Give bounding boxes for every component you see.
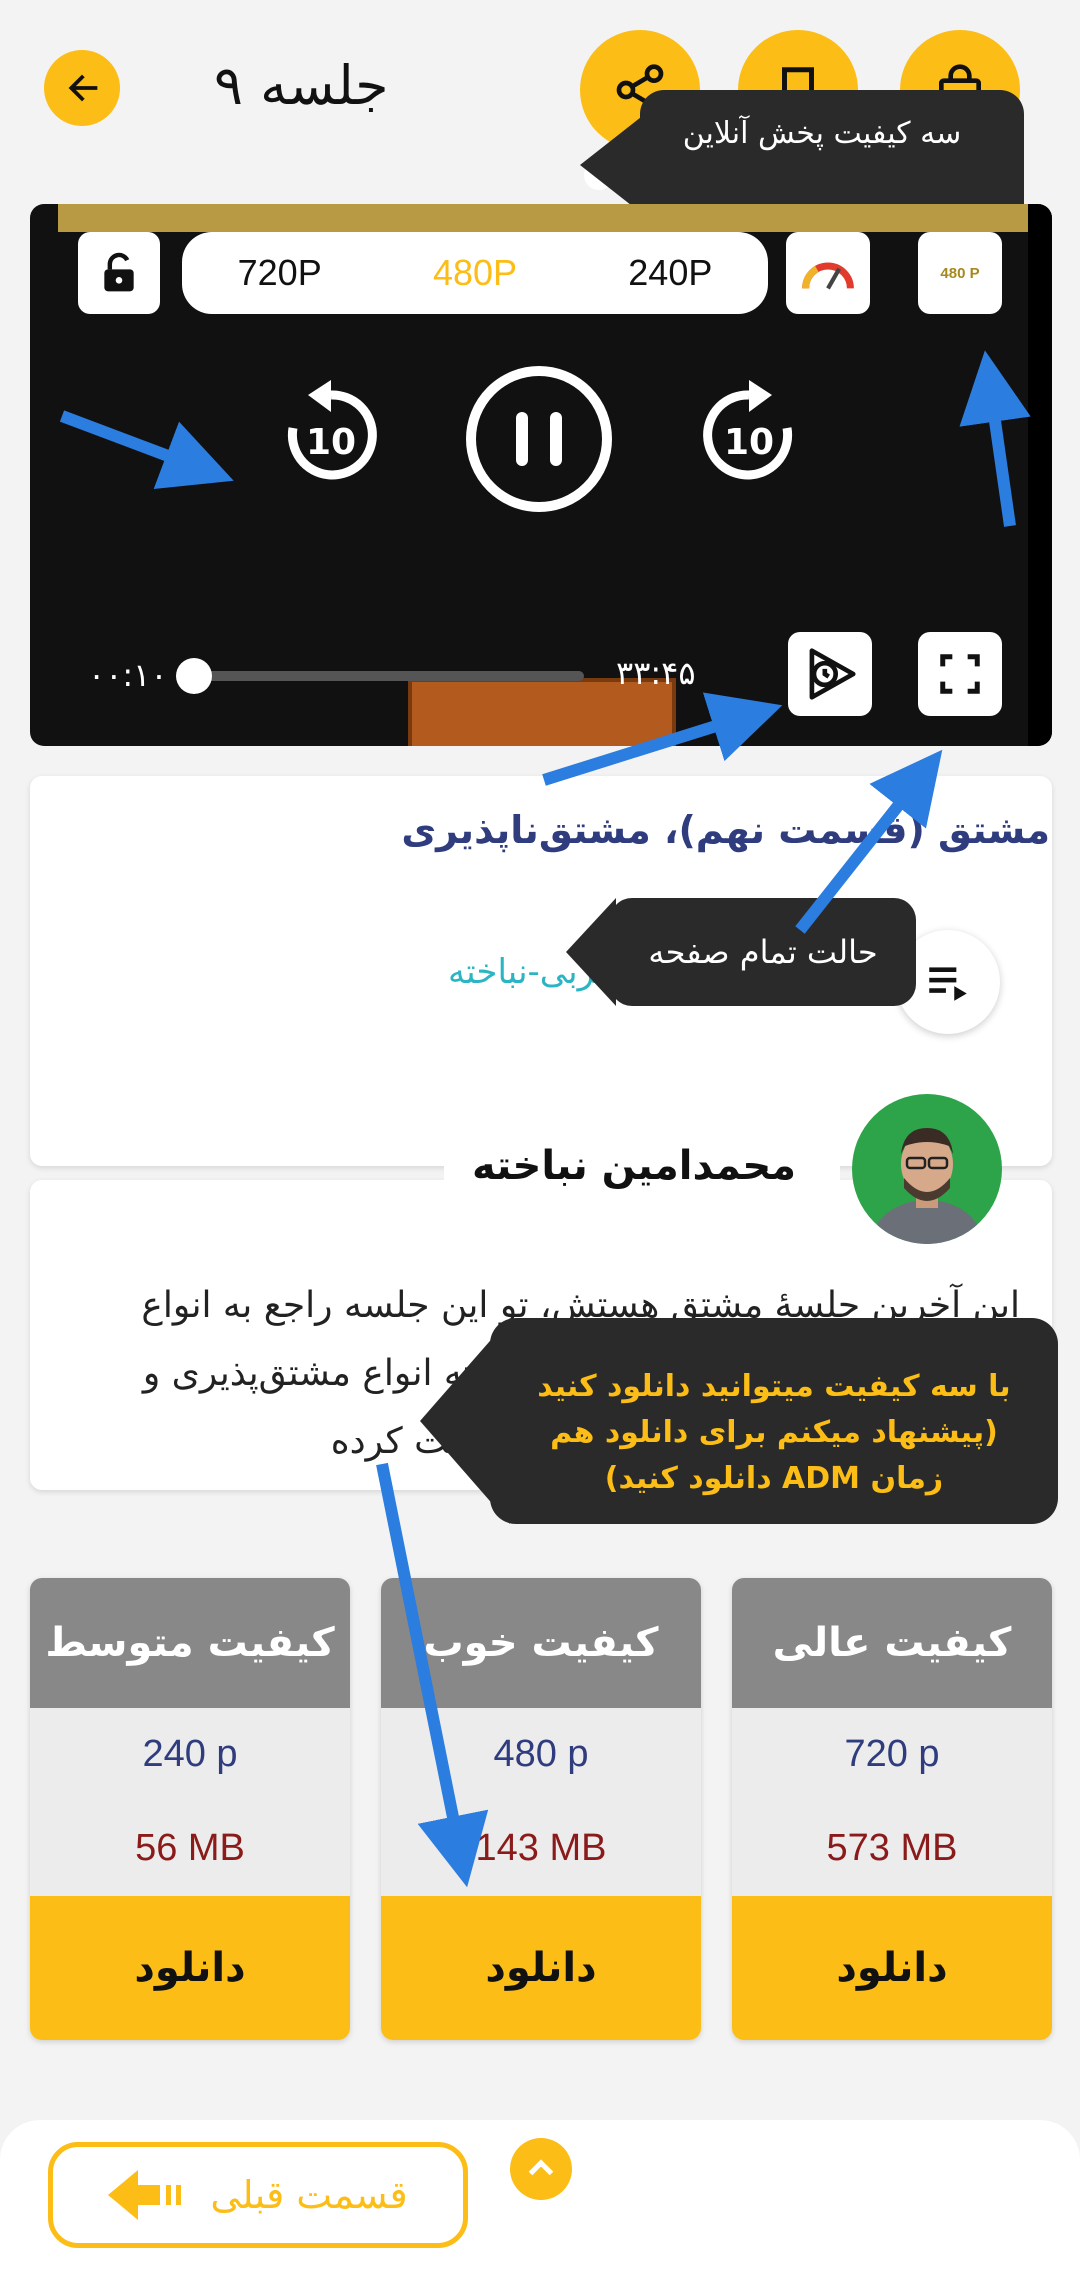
- scroll-up-button[interactable]: [510, 2138, 572, 2200]
- chevron-up-icon: [528, 2159, 554, 2176]
- annotation-arrows: [59, 350, 1031, 1888]
- arrow-to-rewind: [59, 410, 234, 489]
- arrow-to-quality-badge: [959, 350, 1031, 527]
- arrow-left-bold-icon: [108, 2170, 182, 2220]
- arrow-to-autoplay: [542, 692, 783, 786]
- previous-label: قسمت قبلی: [210, 2173, 408, 2217]
- previous-episode-button[interactable]: قسمت قبلی: [48, 2142, 468, 2248]
- arrow-to-fullscreen: [795, 749, 943, 934]
- arrow-to-download: [376, 1462, 489, 1888]
